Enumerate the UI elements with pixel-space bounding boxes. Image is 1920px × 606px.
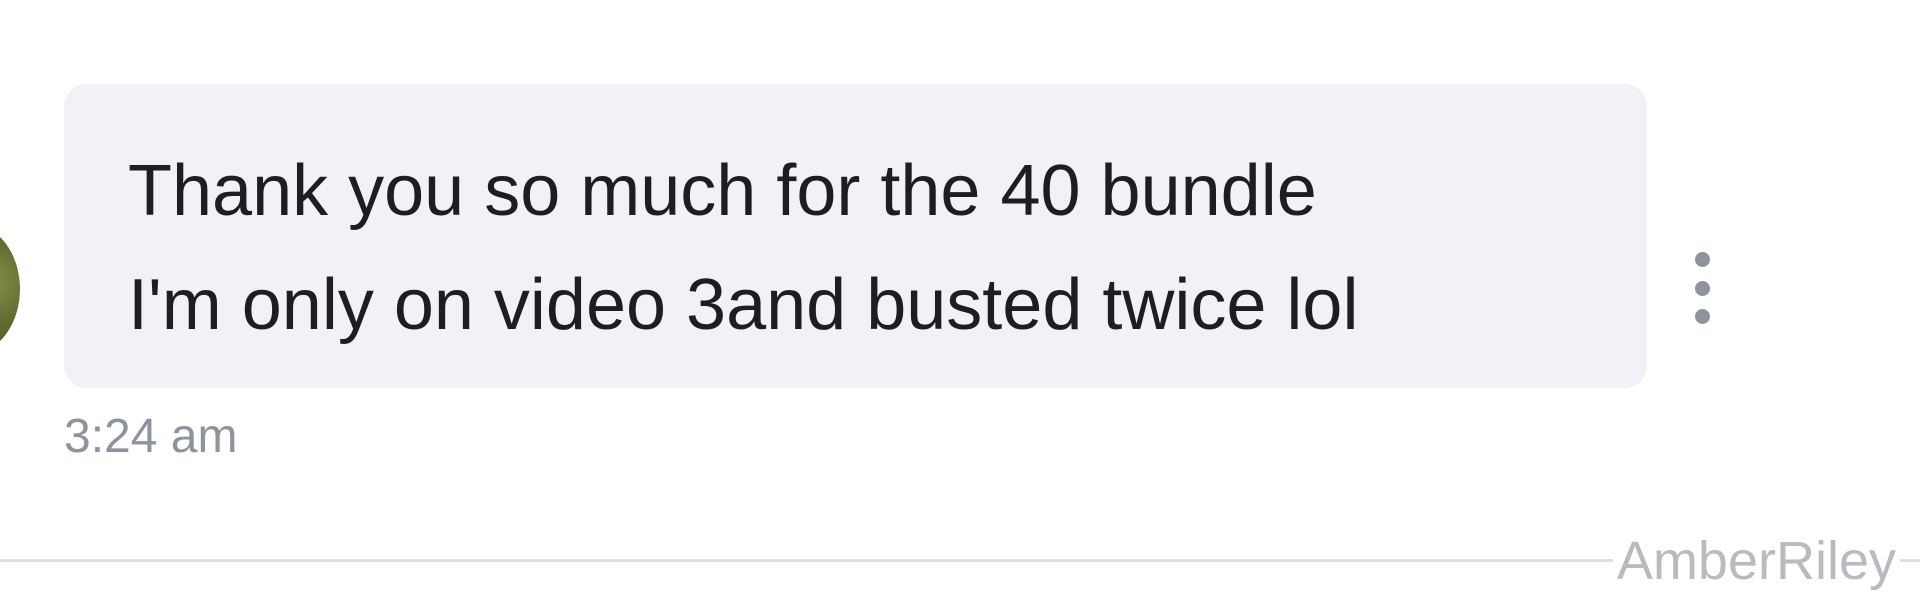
message-timestamp: 3:24 am (64, 410, 238, 463)
message-line: Thank you so much for the 40 bundle (128, 151, 1317, 231)
message-line: I'm only on video 3and busted twice lol (128, 265, 1359, 345)
message-bubble[interactable]: Thank you so much for the 40 bundle I'm … (64, 84, 1647, 388)
chat-view: Thank you so much for the 40 bundle I'm … (0, 0, 1920, 606)
watermark: AmberRiley (1612, 528, 1900, 594)
more-options-button[interactable] (1682, 252, 1722, 324)
more-vertical-icon (1694, 252, 1710, 267)
more-vertical-icon (1694, 280, 1710, 296)
more-vertical-icon (1694, 309, 1710, 324)
avatar[interactable] (0, 224, 20, 354)
